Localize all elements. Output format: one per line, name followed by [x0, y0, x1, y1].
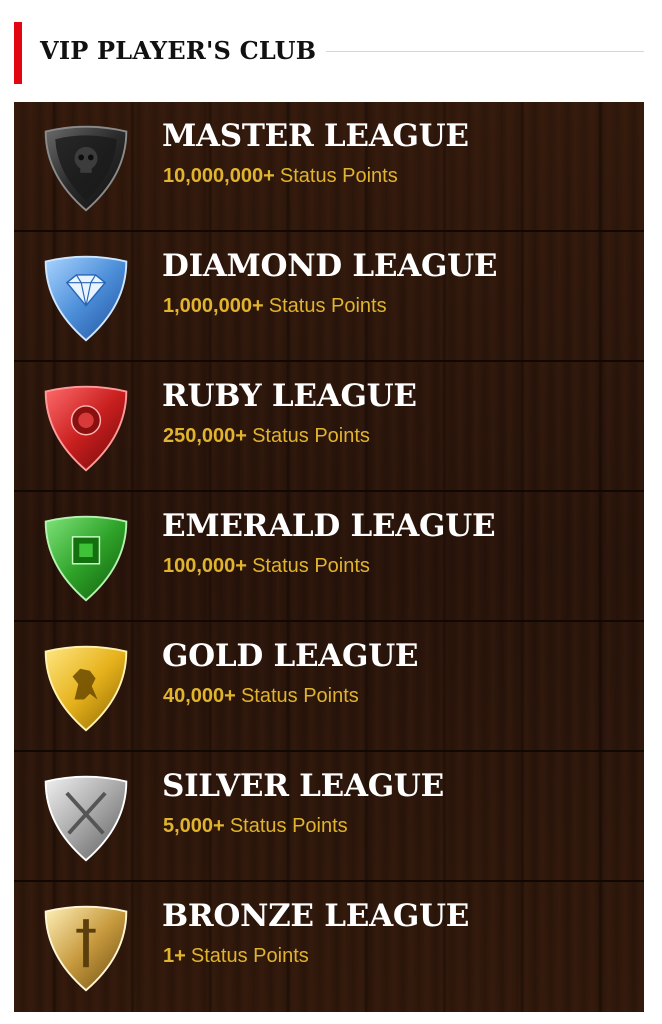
points-label: Status Points — [252, 425, 370, 447]
league-row-diamond[interactable]: DIAMOND LEAGUE 1,000,000+ Status Points — [14, 232, 644, 362]
league-points: 1+ Status Points — [163, 945, 309, 968]
points-label: Status Points — [229, 815, 348, 837]
league-points: 40,000+ Status Points — [163, 685, 359, 708]
league-list: MASTER LEAGUE 10,000,000+ Status Points … — [14, 102, 644, 1012]
league-name: DIAMOND LEAGUE — [162, 248, 498, 284]
league-name: SILVER LEAGUE — [162, 768, 444, 804]
points-value: 10,000,000+ — [163, 165, 275, 187]
points-value: 40,000+ — [163, 685, 236, 707]
points-value: 100,000+ — [163, 555, 247, 577]
league-name: BRONZE LEAGUE — [162, 898, 470, 934]
accent-bar — [14, 22, 22, 84]
league-points: 10,000,000+ Status Points — [163, 165, 398, 188]
section-title: VIP PLAYER'S CLUB — [40, 36, 317, 65]
points-value: 1,000,000+ — [163, 295, 264, 317]
league-row-master[interactable]: MASTER LEAGUE 10,000,000+ Status Points — [14, 102, 644, 232]
emerald-shield-icon — [44, 515, 128, 602]
points-label: Status Points — [190, 945, 309, 967]
league-name: RUBY LEAGUE — [162, 378, 417, 414]
sword-shield-icon — [44, 905, 128, 992]
lion-shield-icon — [44, 645, 128, 732]
league-points: 100,000+ Status Points — [163, 555, 370, 578]
points-value: 5,000+ — [163, 815, 225, 837]
swords-shield-icon — [44, 775, 128, 862]
league-row-bronze[interactable]: BRONZE LEAGUE 1+ Status Points — [14, 882, 644, 1012]
points-value: 250,000+ — [163, 425, 247, 447]
league-points: 250,000+ Status Points — [163, 425, 370, 448]
league-row-silver[interactable]: SILVER LEAGUE 5,000+ Status Points — [14, 752, 644, 882]
league-name: EMERALD LEAGUE — [162, 508, 496, 544]
league-name: GOLD LEAGUE — [162, 638, 419, 674]
league-row-gold[interactable]: GOLD LEAGUE 40,000+ Status Points — [14, 622, 644, 752]
points-label: Status Points — [279, 165, 398, 187]
league-name: MASTER LEAGUE — [162, 118, 469, 154]
points-label: Status Points — [252, 555, 370, 577]
skull-shield-icon — [44, 125, 128, 212]
league-row-emerald[interactable]: EMERALD LEAGUE 100,000+ Status Points — [14, 492, 644, 622]
ruby-shield-icon — [44, 385, 128, 472]
league-row-ruby[interactable]: RUBY LEAGUE 250,000+ Status Points — [14, 362, 644, 492]
points-label: Status Points — [268, 295, 387, 317]
points-value: 1+ — [163, 945, 186, 967]
league-points: 5,000+ Status Points — [163, 815, 348, 838]
section-header: VIP PLAYER'S CLUB — [0, 0, 662, 102]
header-divider — [326, 51, 644, 52]
points-label: Status Points — [240, 685, 359, 707]
league-points: 1,000,000+ Status Points — [163, 295, 387, 318]
diamond-shield-icon — [44, 255, 128, 342]
